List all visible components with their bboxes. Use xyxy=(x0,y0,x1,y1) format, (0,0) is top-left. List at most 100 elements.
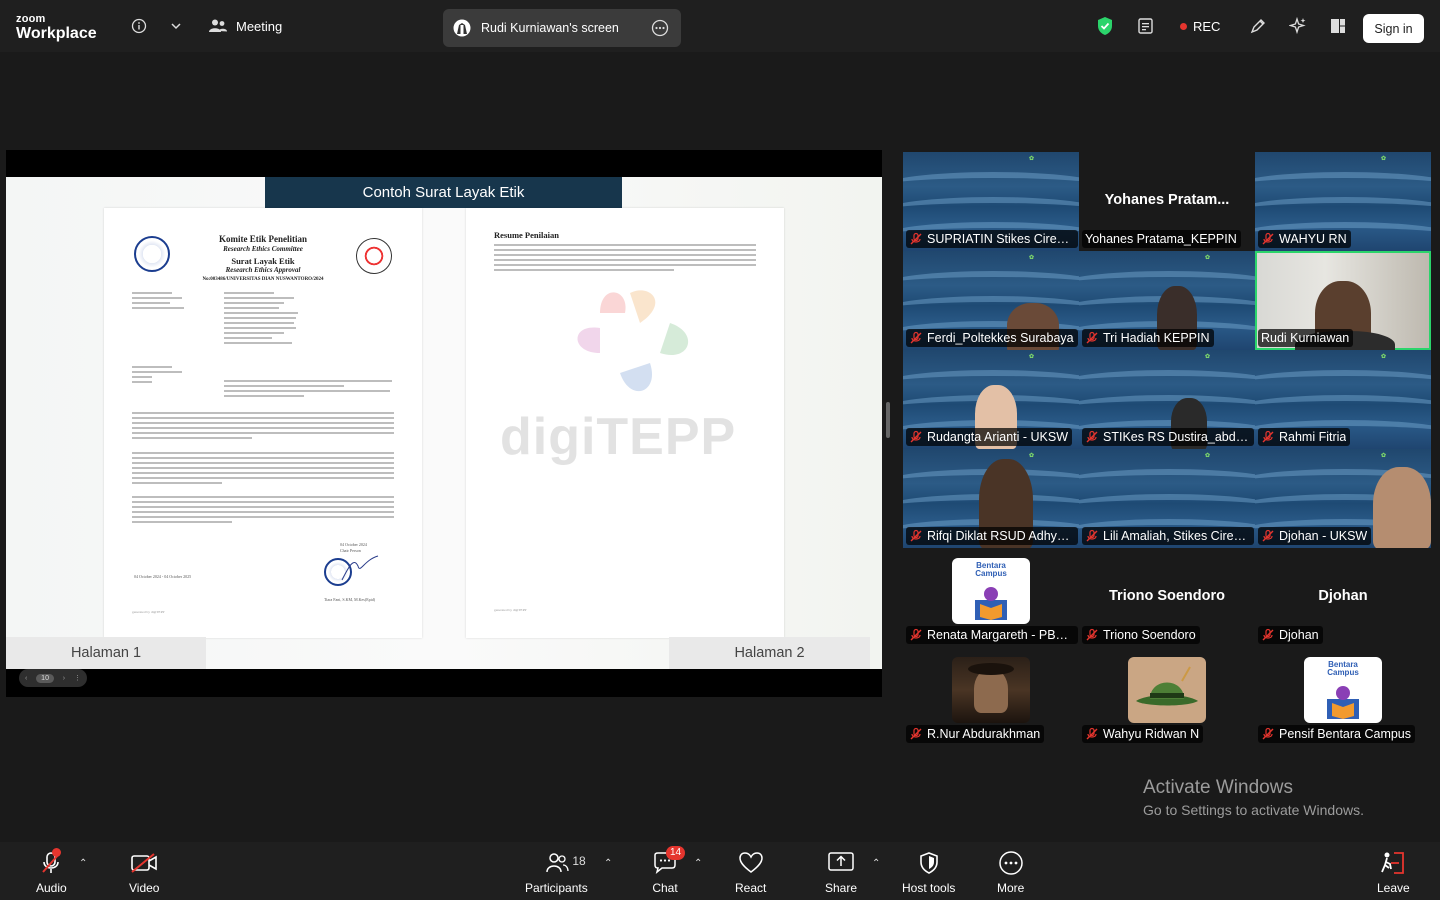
participant-tile[interactable]: ✿ Lili Amaliah, Stikes Cireb... xyxy=(1079,449,1255,548)
participant-name-tag: SUPRIATIN Stikes Cirebon xyxy=(906,230,1078,248)
participant-big-name: Yohanes Pratam... xyxy=(1104,192,1230,208)
rec-dot-icon xyxy=(1180,23,1187,30)
page1-header: Komite Etik Penelitian Research Ethics C… xyxy=(104,234,422,283)
participant-tile[interactable]: Bentara Campus Pensif Bentara Campus xyxy=(1255,647,1431,746)
meeting-menu[interactable]: Meeting xyxy=(208,18,282,34)
participant-tile[interactable]: Triono Soendoro Triono Soendoro xyxy=(1079,548,1255,647)
recording-indicator[interactable]: REC xyxy=(1180,19,1220,34)
more-options-icon[interactable] xyxy=(651,19,669,37)
participant-name: Djohan xyxy=(1279,628,1319,642)
keppin-logo-icon: ✿ xyxy=(1381,354,1387,360)
participants-count: 18 xyxy=(572,854,586,868)
participant-name-tag: Djohan - UKSW xyxy=(1258,527,1372,545)
participants-button[interactable]: 18 Participants xyxy=(525,850,588,895)
participant-tile[interactable]: ✿ Djohan - UKSW xyxy=(1255,449,1431,548)
notes-icon[interactable] xyxy=(1136,16,1156,36)
video-button[interactable]: Video xyxy=(129,850,159,895)
keppin-logo-icon: ✿ xyxy=(1029,453,1035,459)
digitepp-watermark: digiTEPP xyxy=(500,408,737,466)
more-button[interactable]: More xyxy=(997,850,1024,895)
participant-tile[interactable]: ✿ Rahmi Fitria xyxy=(1255,350,1431,449)
audio-button[interactable]: Audio xyxy=(36,848,67,895)
share-button[interactable]: Share xyxy=(825,850,857,895)
banner-wave xyxy=(1255,395,1431,423)
audio-label: Audio xyxy=(36,881,67,895)
chat-caret-icon[interactable]: ⌃ xyxy=(694,858,702,869)
pager-current: 10 xyxy=(36,673,54,683)
sign-in-button[interactable]: Sign in xyxy=(1363,14,1424,43)
more-icon xyxy=(998,850,1024,876)
participant-name: Wahyu Ridwan N xyxy=(1103,727,1200,741)
more-label: More xyxy=(997,881,1025,895)
chat-button[interactable]: 14 Chat xyxy=(652,846,686,895)
participant-name-tag: Lili Amaliah, Stikes Cireb... xyxy=(1082,527,1254,545)
mic-muted-icon xyxy=(909,727,927,741)
shield-check-icon[interactable] xyxy=(1095,16,1115,36)
rec-label: REC xyxy=(1193,19,1221,34)
avatar xyxy=(952,657,1030,723)
screen-share-pill[interactable]: Rudi Kurniawan's screen xyxy=(443,9,681,47)
page1-body-5 xyxy=(132,496,394,526)
host-tools-button[interactable]: Host tools xyxy=(902,850,955,895)
participant-name: Rifqi Diklat RSUD Adhya... xyxy=(927,529,1074,543)
book-logo-icon xyxy=(1327,686,1359,719)
participant-tile[interactable]: ✿ WAHYU RN xyxy=(1255,152,1431,251)
chevron-down-icon[interactable] xyxy=(166,16,186,36)
page1-date: 04 October 2024 xyxy=(340,542,367,547)
resize-handle[interactable] xyxy=(886,402,890,438)
participant-tile[interactable]: Wahyu Ridwan N xyxy=(1079,647,1255,746)
mic-muted-icon xyxy=(1085,430,1103,444)
react-button[interactable]: React xyxy=(735,850,766,895)
mic-muted-icon xyxy=(1261,529,1279,543)
page1-body-2 xyxy=(224,380,394,400)
slide-pager[interactable]: ‹ 10 › ⋮ xyxy=(19,669,87,687)
share-caret-icon[interactable]: ⌃ xyxy=(872,858,880,869)
participant-tile[interactable]: Yohanes Pratam... Yohanes Pratama_KEPPIN xyxy=(1079,152,1255,251)
participant-tile[interactable]: R.Nur Abdurakhman xyxy=(903,647,1079,746)
participants-caret-icon[interactable]: ⌃ xyxy=(604,858,612,869)
participant-tile[interactable]: Rudi Kurniawan xyxy=(1255,251,1431,350)
participant-tile[interactable]: Djohan Djohan xyxy=(1255,548,1431,647)
pager-next-icon[interactable]: › xyxy=(63,675,65,682)
keppin-logo-icon: ✿ xyxy=(1205,255,1211,261)
participant-name: Ferdi_Poltekkes Surabaya xyxy=(927,331,1074,345)
participant-name-tag: Pensif Bentara Campus xyxy=(1258,725,1416,743)
document-page-1: Komite Etik Penelitian Research Ethics C… xyxy=(104,208,422,638)
mic-muted-icon xyxy=(1085,727,1103,741)
participant-tile[interactable]: ✿ SUPRIATIN Stikes Cirebon xyxy=(903,152,1079,251)
avatar-hat xyxy=(968,663,1014,675)
chat-label: Chat xyxy=(652,881,678,895)
page1-number: No:003486/UNIVERSITAS DIAN NUSWANTORO/20… xyxy=(202,276,324,282)
participant-tile[interactable]: Bentara Campus Renata Margareth - PBC... xyxy=(903,548,1079,647)
leave-label: Leave xyxy=(1377,881,1410,895)
book-logo-icon xyxy=(975,587,1007,620)
leave-button[interactable]: Leave xyxy=(1377,850,1410,895)
participant-tile[interactable]: ✿ Ferdi_Poltekkes Surabaya xyxy=(903,251,1079,350)
bentara-line-2: Campus xyxy=(1327,668,1359,677)
participant-name: WAHYU RN xyxy=(1279,232,1347,246)
pager-prev-icon[interactable]: ‹ xyxy=(25,675,27,682)
participant-tile[interactable]: ✿ Rudangta Arianti - UKSW xyxy=(903,350,1079,449)
page-label-1: Halaman 1 xyxy=(6,637,206,669)
info-icon[interactable] xyxy=(129,16,149,36)
participant-name-tag: Rudangta Arianti - UKSW xyxy=(906,428,1073,446)
keppin-logo-icon: ✿ xyxy=(1381,453,1387,459)
brand-line1: zoom xyxy=(16,13,46,25)
participant-tile[interactable]: ✿ Tri Hadiah KEPPIN xyxy=(1079,251,1255,350)
banner-wave xyxy=(903,197,1079,225)
page1-header-1: Komite Etik Penelitian xyxy=(219,234,307,244)
view-layout-icon[interactable] xyxy=(1328,16,1348,36)
participant-name: Lili Amaliah, Stikes Cireb... xyxy=(1103,529,1250,543)
avatar: Bentara Campus xyxy=(1304,657,1382,723)
ai-companion-icon[interactable] xyxy=(1288,16,1308,36)
host-shield-icon xyxy=(918,850,940,876)
avatar-face xyxy=(974,669,1008,713)
annotate-icon[interactable] xyxy=(1248,16,1268,36)
participant-name: Djohan - UKSW xyxy=(1279,529,1368,543)
participant-name-tag: Yohanes Pratama_KEPPIN xyxy=(1082,230,1241,248)
audio-caret-icon[interactable]: ⌃ xyxy=(79,858,87,869)
pager-more-icon[interactable]: ⋮ xyxy=(74,674,81,682)
participant-tile[interactable]: ✿ STIKes RS Dustira_abdul... xyxy=(1079,350,1255,449)
participant-tile[interactable]: ✿ Rifqi Diklat RSUD Adhya... xyxy=(903,449,1079,548)
top-bar: zoom Workplace Meeting Rudi Kurniawan's … xyxy=(0,0,1440,52)
